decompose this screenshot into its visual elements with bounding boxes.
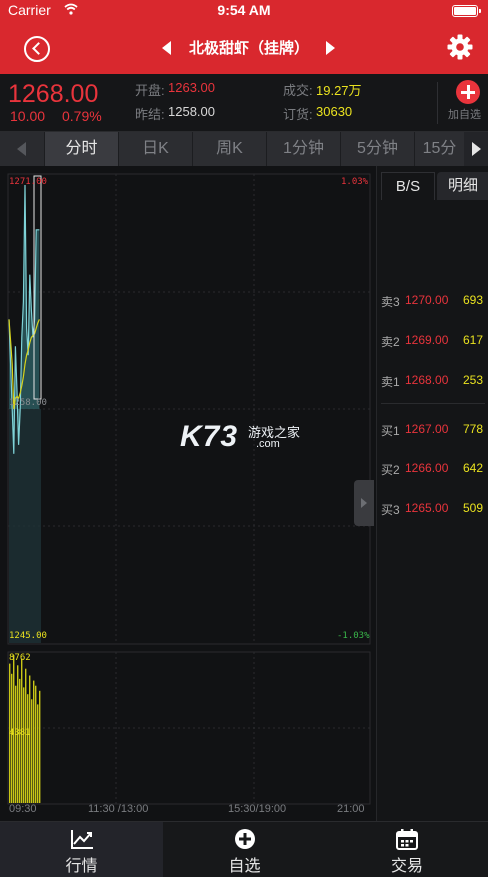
pct-axis-min: -1.03% <box>337 631 370 641</box>
battery-icon <box>452 5 481 17</box>
ask-label: 卖2 <box>381 335 400 349</box>
bid-row: 买2 1266.00 642 <box>381 461 485 479</box>
price-change: 10.00 <box>10 108 46 124</box>
volume-label: 成交: <box>283 83 313 98</box>
watermark-brand: K73 <box>180 420 239 453</box>
tabbar-watchlist[interactable]: 自选 <box>163 822 326 877</box>
open-label: 开盘: <box>135 83 165 98</box>
tabbar-market-label: 行情 <box>65 858 98 875</box>
pct-axis-max: 1.03% <box>341 177 369 187</box>
chart-icon <box>70 830 93 849</box>
tab-15min[interactable]: 15分 <box>414 132 464 166</box>
collapse-panel-handle[interactable] <box>354 480 374 526</box>
tabbar-trade[interactable]: 交易 <box>326 822 488 877</box>
period-tabs: 分时 日K 周K 1分钟 5分钟 15分 <box>0 132 488 166</box>
ask-row: 卖3 1270.00 693 <box>381 293 485 311</box>
ask-price: 1269.00 <box>405 333 449 347</box>
tabbar-watchlist-label: 自选 <box>228 858 261 875</box>
volume-bar <box>33 680 35 803</box>
ask-label: 卖1 <box>381 375 400 389</box>
watermark-logo: K73 游戏之家 .com <box>180 420 300 454</box>
bid-volume: 509 <box>462 501 483 515</box>
bid-volume: 642 <box>462 461 483 475</box>
volume-bar <box>15 685 17 803</box>
tab-intraday[interactable]: 分时 <box>44 132 118 166</box>
nav-bar: 北极甜虾（挂牌） <box>0 20 488 74</box>
add-watchlist-label[interactable]: 加自选 <box>448 106 481 122</box>
tab-buy-sell[interactable]: B/S <box>381 172 435 200</box>
volume-bar <box>23 687 25 803</box>
gear-icon[interactable] <box>447 34 473 60</box>
tabs-scroll-right-icon[interactable] <box>464 132 488 166</box>
watermark-domain: .com <box>256 438 280 450</box>
price-axis-max: 1271.00 <box>9 177 47 187</box>
volume-bar <box>35 685 37 803</box>
bid-label: 买1 <box>381 424 400 438</box>
status-time: 9:54 AM <box>217 2 271 18</box>
price-axis-mid: 1258.00 <box>9 398 47 408</box>
next-contract-icon[interactable] <box>326 41 335 55</box>
time-axis-label: 15:30/19:00 <box>228 803 287 815</box>
bid-row: 买1 1267.00 778 <box>381 422 485 440</box>
tabbar-trade-label: 交易 <box>390 858 423 875</box>
plus-circle-icon <box>234 829 255 849</box>
bid-volume: 778 <box>462 422 483 436</box>
bid-label: 买3 <box>381 503 400 517</box>
volume-axis-mid: 4381 <box>9 728 31 738</box>
volume-bar <box>11 673 13 803</box>
time-axis-label: 21:00 <box>337 803 365 815</box>
volume-axis-max: 8762 <box>9 653 31 663</box>
orders-label: 订货: <box>283 107 313 122</box>
open-value: 1263.00 <box>168 80 215 95</box>
ask-label: 卖3 <box>381 295 400 309</box>
ask-volume: 693 <box>462 293 483 307</box>
ask-price: 1268.00 <box>405 373 449 387</box>
ask-row: 卖1 1268.00 253 <box>381 373 485 391</box>
volume-bar <box>37 704 39 803</box>
quote-summary: 1268.00 10.00 0.79% 开盘: 1263.00 昨结: 1258… <box>0 74 488 132</box>
ask-row: 卖2 1269.00 617 <box>381 333 485 351</box>
volume-bar <box>27 694 29 803</box>
order-book-divider <box>381 403 485 404</box>
bid-label: 买2 <box>381 463 400 477</box>
ask-volume: 253 <box>462 373 483 387</box>
volume-value: 19.27万 <box>316 83 362 98</box>
back-icon[interactable] <box>24 36 50 62</box>
ask-price: 1270.00 <box>405 293 449 307</box>
divider <box>437 82 438 124</box>
prev-settle-value: 1258.00 <box>168 104 215 119</box>
price-axis-min: 1245.00 <box>9 631 47 641</box>
time-axis-label: 09:30 <box>9 803 37 815</box>
bid-price: 1267.00 <box>405 422 449 436</box>
ask-volume: 617 <box>462 333 483 347</box>
tab-1min[interactable]: 1分钟 <box>266 132 340 166</box>
order-book-panel: B/S 明细 卖3 1270.00 693 卖2 1269.00 617 卖1 … <box>376 166 488 821</box>
time-axis-label: 11:30 /13:00 <box>88 803 149 815</box>
tab-5min[interactable]: 5分钟 <box>340 132 414 166</box>
intraday-chart[interactable]: 1271.00 1.03% 1258.00 1245.00 -1.03% 876… <box>0 166 376 821</box>
volume-bar <box>31 699 33 803</box>
volume-bar <box>39 690 41 803</box>
orders-value: 30630 <box>316 104 353 119</box>
tab-weekly-k[interactable]: 周K <box>192 132 266 166</box>
tabbar-market[interactable]: 行情 <box>0 822 163 877</box>
volume-bar <box>29 675 31 803</box>
tabs-scroll-left-icon[interactable] <box>0 132 44 166</box>
status-bar: Carrier 9:54 AM <box>0 0 488 20</box>
volume-bar <box>19 678 21 803</box>
add-watchlist-icon[interactable] <box>456 80 480 104</box>
bid-price: 1266.00 <box>405 461 449 475</box>
price-change-pct: 0.79% <box>62 108 102 124</box>
prev-contract-icon[interactable] <box>162 41 171 55</box>
intraday-chart-svg <box>7 173 371 805</box>
bottom-tab-bar: 行情 自选 交易 <box>0 821 488 877</box>
bid-price: 1265.00 <box>405 501 449 515</box>
contract-title: 北极甜虾（挂牌） <box>188 40 309 57</box>
bid-row: 买3 1265.00 509 <box>381 501 485 519</box>
prev-settle-label: 昨结: <box>135 107 165 122</box>
calendar-icon <box>396 829 418 850</box>
tab-trade-detail[interactable]: 明细 <box>437 172 488 200</box>
tab-daily-k[interactable]: 日K <box>118 132 192 166</box>
last-price: 1268.00 <box>8 80 99 108</box>
